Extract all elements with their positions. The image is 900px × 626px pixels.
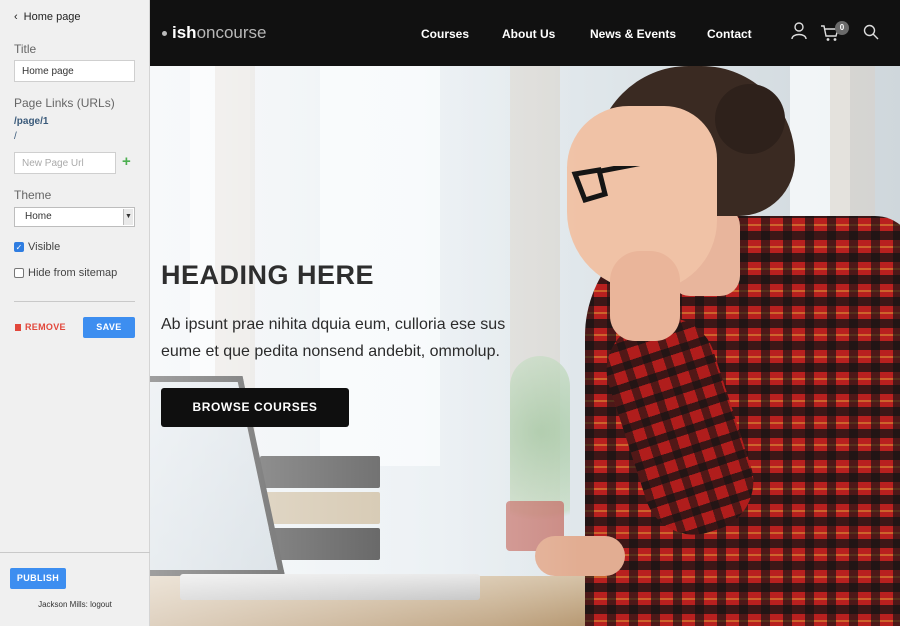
visible-checkbox[interactable]: ✓ Visible <box>14 241 60 253</box>
user-icon[interactable] <box>791 22 807 40</box>
theme-label: Theme <box>14 188 52 202</box>
remove-button-label: REMOVE <box>25 322 66 332</box>
theme-select[interactable]: Home ▼ <box>14 207 135 227</box>
theme-select-value: Home <box>25 211 52 222</box>
trash-icon <box>15 323 21 331</box>
editor-sidebar: ‹ Home page Title Page Links (URLs) /pag… <box>0 0 150 626</box>
site-header: ishoncourse Courses About Us News & Even… <box>150 0 900 66</box>
visible-label: Visible <box>28 241 61 253</box>
browse-courses-button[interactable]: BROWSE COURSES <box>161 388 349 427</box>
publish-button[interactable]: PUBLISH <box>10 568 66 589</box>
hero-text: Ab ipsunt prae nihita dquia eum, cullori… <box>161 316 506 360</box>
user-logout-link[interactable]: Jackson Mills: logout <box>0 600 150 609</box>
nav-contact[interactable]: Contact <box>707 27 752 41</box>
plus-icon[interactable]: + <box>122 153 131 170</box>
page-link-url[interactable]: /page/1 <box>14 116 48 127</box>
chevron-left-icon: ‹ <box>14 11 18 23</box>
checkbox-empty-icon <box>14 268 24 278</box>
divider <box>0 552 150 553</box>
remove-button[interactable]: REMOVE <box>15 322 66 332</box>
logo-dot-icon <box>162 30 167 36</box>
hide-sitemap-checkbox[interactable]: Hide from sitemap <box>14 267 117 279</box>
back-link-label: Home page <box>23 11 81 23</box>
nav-news-events[interactable]: News & Events <box>590 27 676 41</box>
hero-heading: HEADING HERE <box>161 260 375 290</box>
search-icon[interactable] <box>863 24 879 40</box>
site-logo[interactable]: ishoncourse <box>162 23 267 43</box>
save-button[interactable]: SAVE <box>83 317 135 338</box>
caret-down-icon: ▼ <box>123 209 133 225</box>
nav-about-us[interactable]: About Us <box>502 27 555 41</box>
checkbox-checked-icon: ✓ <box>14 242 24 252</box>
page-links-label: Page Links (URLs) <box>14 96 115 110</box>
hero-section: HEADING HERE Ab ipsunt prae nihita dquia… <box>150 66 900 626</box>
hide-sitemap-label: Hide from sitemap <box>28 267 118 279</box>
site-preview: ishoncourse Courses About Us News & Even… <box>150 0 900 626</box>
logo-text-secondary: oncourse <box>196 23 267 42</box>
page-link-url[interactable]: / <box>14 131 17 142</box>
new-page-url-input[interactable] <box>14 152 116 174</box>
nav-courses[interactable]: Courses <box>421 27 469 41</box>
cart-count-badge: 0 <box>835 21 849 35</box>
title-label: Title <box>14 42 37 56</box>
title-input[interactable] <box>14 60 135 82</box>
back-to-page-link[interactable]: ‹ Home page <box>14 11 81 23</box>
divider <box>14 301 135 302</box>
logo-text-primary: ish <box>172 23 197 42</box>
